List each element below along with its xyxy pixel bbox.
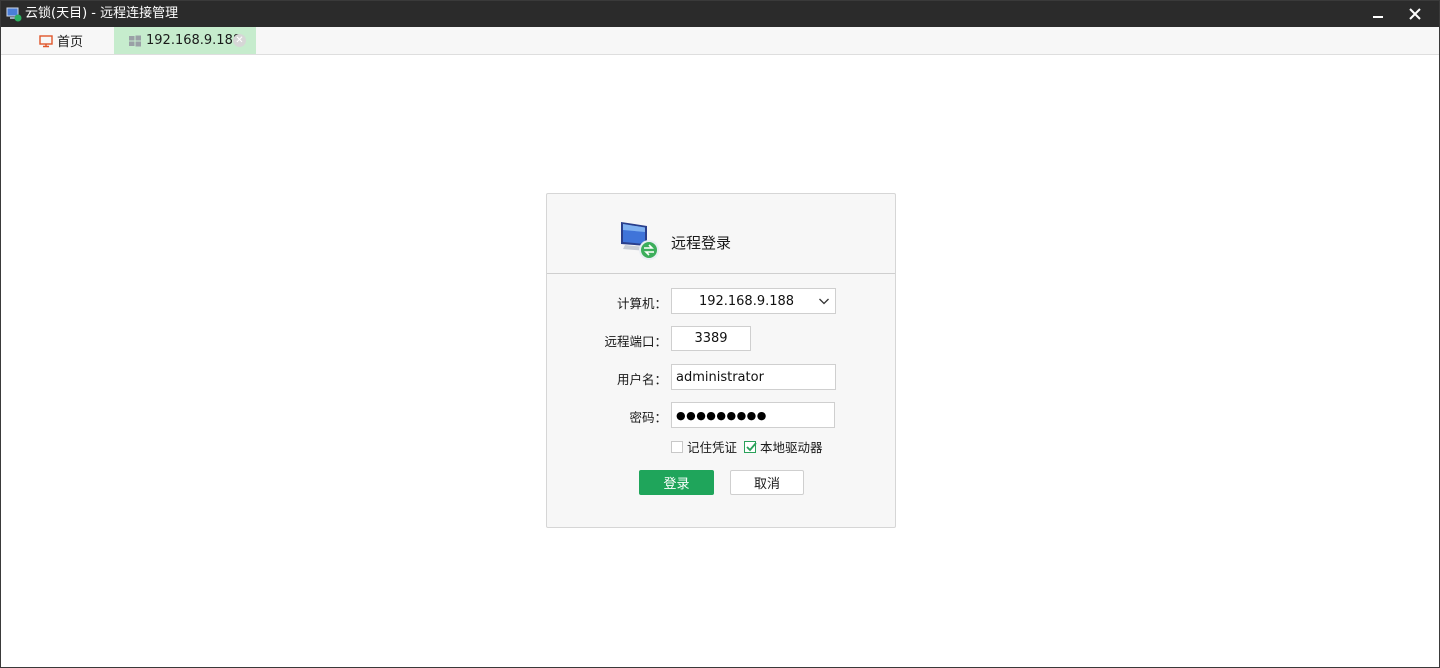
password-input[interactable]: ●●●●●●●●●: [671, 402, 835, 428]
local-drive-label: 本地驱动器: [760, 440, 823, 455]
port-value: 3389: [694, 331, 728, 346]
tab-home-label: 首页: [57, 35, 84, 50]
window-title: 云锁(天目) - 远程连接管理: [25, 6, 179, 21]
computer-label: 计算机：: [616, 296, 667, 311]
local-drive-checkbox[interactable]: 本地驱动器: [744, 437, 823, 456]
remember-checkbox-box[interactable]: [671, 440, 683, 453]
remote-login-panel: 远程登录 计算机： 192.168.9.188 远程端口： 3389 用户名： …: [546, 193, 896, 528]
tab-home[interactable]: 首页: [31, 27, 113, 54]
computer-select[interactable]: 192.168.9.188: [671, 288, 836, 314]
password-label: 密码：: [629, 410, 667, 425]
tab-remote-host[interactable]: 192.168.9.188 ✕: [114, 27, 256, 54]
panel-title: 远程登录: [671, 234, 732, 252]
tab-remote-host-label: 192.168.9.188: [146, 33, 242, 48]
tab-close-icon[interactable]: ✕: [233, 34, 246, 47]
port-input[interactable]: 3389: [671, 326, 751, 351]
password-mask: ●●●●●●●●●: [676, 408, 767, 422]
minimize-icon: [1373, 16, 1383, 18]
computer-value: 192.168.9.188: [698, 293, 795, 309]
remember-label: 记住凭证: [687, 440, 738, 455]
main-content: 远程登录 计算机： 192.168.9.188 远程端口： 3389 用户名： …: [1, 55, 1439, 667]
panel-header: 远程登录: [547, 194, 895, 274]
remote-desktop-icon: [621, 222, 659, 260]
tab-bar: 首页 192.168.9.188 ✕: [1, 27, 1439, 55]
title-bar: 云锁(天目) - 远程连接管理: [1, 1, 1439, 27]
username-field[interactable]: [672, 365, 835, 389]
local-drive-checkbox-box[interactable]: [744, 440, 757, 453]
close-icon: [1409, 8, 1421, 20]
minimize-button[interactable]: [1361, 1, 1395, 27]
remember-credentials-checkbox[interactable]: 记住凭证: [671, 437, 737, 456]
cancel-button[interactable]: 取消: [730, 470, 804, 495]
app-window: 云锁(天目) - 远程连接管理 首页 192.168.9.188 ✕ 远程登录 …: [0, 0, 1440, 668]
chevron-down-icon: [819, 298, 829, 305]
checkmark-icon: [746, 441, 757, 451]
username-input[interactable]: [671, 364, 836, 390]
windows-icon: [129, 35, 141, 46]
monitor-icon: [39, 34, 53, 47]
app-logo-icon: [6, 7, 22, 22]
close-button[interactable]: [1398, 1, 1432, 27]
username-label: 用户名：: [616, 372, 667, 387]
login-button[interactable]: 登录: [639, 470, 714, 495]
port-label: 远程端口：: [604, 334, 667, 349]
